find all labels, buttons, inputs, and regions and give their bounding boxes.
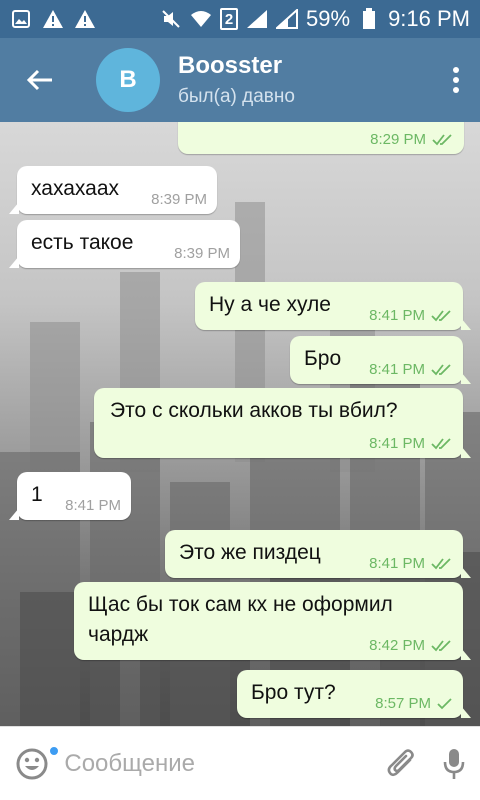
message-meta: 8:41 PM [369,555,453,572]
warning-icon [74,8,96,30]
message-text: есть такое [31,231,134,254]
message-bubble-out[interactable]: 8:29 PM [178,122,464,154]
message-time: 8:42 PM [369,637,425,654]
message-time: 8:41 PM [369,307,425,324]
signal-icon [276,8,299,30]
message-bubble-out[interactable]: Бро 8:41 PM [290,336,471,384]
back-arrow-icon [26,69,52,91]
message-text: 1 [31,483,43,506]
message-meta: 8:41 PM [369,361,453,378]
message-text: Ну а че хуле [209,293,331,316]
warning-icon [42,8,64,30]
back-button[interactable] [0,38,80,122]
message-time: 8:29 PM [370,131,426,148]
chat-title: Boosster [178,52,283,79]
clock: 9:16 PM [388,6,470,31]
message-text: Бро [304,347,342,370]
last-seen-status: был(а) давно [178,86,295,107]
mute-icon [160,8,182,30]
message-text: хахахаах [31,177,120,200]
message-bubble-out[interactable]: Это же пиздец 8:41 PM [165,530,471,578]
message-bubble-out[interactable]: Ну а че хуле 8:41 PM [195,282,471,330]
chat-info[interactable]: Boosster был(а) давно [178,52,295,108]
sim-2-icon: 2 [220,8,239,30]
emoji-icon [16,748,48,779]
signal-icon [246,8,268,30]
message-meta: 8:39 PM [151,191,207,208]
message-bubble-out[interactable]: Бро тут? 8:57 PM [237,670,471,718]
single-check-icon [437,697,452,709]
message-text: Это с скольки акков ты вбил? [110,399,398,422]
message-bubble-in[interactable]: есть такое 8:39 PM [9,220,240,268]
message-meta: 8:41 PM [369,307,453,324]
double-check-icon [431,437,451,449]
message-time: 8:41 PM [369,361,425,378]
attach-button[interactable] [374,727,427,800]
message-meta: 8:29 PM [370,131,454,148]
message-bubble-out[interactable]: Щас бы ток сам кх не оформил чардж 8:42 … [74,582,471,660]
message-time: 8:41 PM [65,497,121,514]
battery-icon [358,8,380,30]
double-check-icon [431,557,451,569]
wifi-icon [190,8,212,30]
message-time: 8:41 PM [369,555,425,572]
voice-message-button[interactable] [427,727,480,800]
message-text: Это же пиздец [179,541,321,564]
message-time: 8:39 PM [174,245,230,262]
message-bubble-in[interactable]: 1 8:41 PM [9,472,131,520]
message-time: 8:39 PM [151,191,207,208]
message-input[interactable] [64,749,375,778]
double-check-icon [431,639,451,651]
message-text: Бро тут? [251,681,336,704]
chat-header: B Boosster был(а) давно [0,38,480,122]
paperclip-icon [387,748,414,776]
avatar[interactable]: B [96,48,160,112]
menu-button[interactable] [432,38,480,122]
system-status: 2 59% 9:16 PM [160,6,470,32]
notification-icons [10,8,96,30]
message-composer [0,726,480,800]
more-vertical-icon [453,67,459,93]
message-meta: 8:42 PM [369,637,453,654]
message-meta: 8:57 PM [375,695,453,712]
double-check-icon [431,363,451,375]
message-list[interactable]: 8:29 PM хахахаах 8:39 PM есть такое 8:39… [0,122,480,726]
status-bar: 2 59% 9:16 PM [0,0,480,38]
message-time: 8:57 PM [375,695,431,712]
microphone-icon [443,748,464,779]
notification-dot [48,744,60,757]
image-icon [10,8,32,30]
message-bubble-in[interactable]: хахахаах 8:39 PM [9,166,217,214]
emoji-button[interactable] [0,727,64,800]
message-meta: 8:41 PM [65,497,121,514]
message-meta: 8:41 PM [369,435,453,452]
message-time: 8:41 PM [369,435,425,452]
double-check-icon [432,133,452,145]
double-check-icon [431,309,451,321]
message-meta: 8:39 PM [174,245,230,262]
message-bubble-out[interactable]: Это с скольки акков ты вбил? 8:41 PM [94,388,471,458]
battery-percent: 59% [306,6,351,31]
message-text: Щас бы ток сам кх не оформил чардж [88,593,393,646]
